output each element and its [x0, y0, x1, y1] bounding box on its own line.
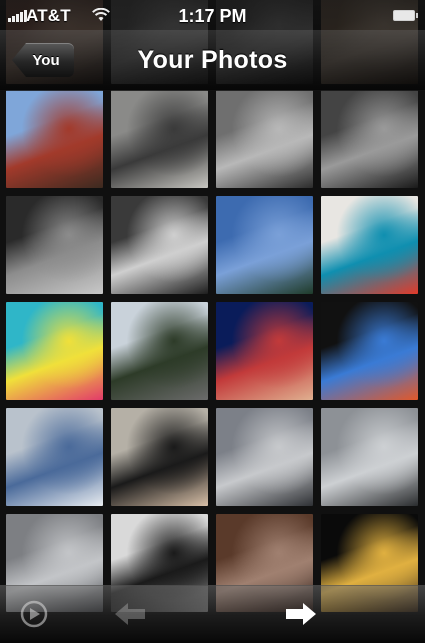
cloudy-sky-photo[interactable] — [216, 408, 313, 506]
sky-rainbow-photo[interactable] — [216, 196, 313, 294]
news-anchor-photo[interactable] — [216, 302, 313, 400]
photo-grid — [6, 90, 420, 612]
office-lights-photo[interactable] — [111, 196, 208, 294]
letter-blocks-photo[interactable] — [6, 302, 103, 400]
gorilla-photo[interactable] — [111, 90, 208, 188]
office-interior-photo[interactable] — [6, 196, 103, 294]
play-slideshow-icon — [20, 600, 48, 628]
keyboard-synth-photo[interactable] — [216, 90, 313, 188]
cloudy-sky-photo-2[interactable] — [321, 408, 418, 506]
iphone-homescreen-photo[interactable] — [321, 302, 418, 400]
gift-box-photo[interactable] — [321, 196, 418, 294]
play-slideshow-button[interactable] — [14, 596, 54, 632]
roller-coaster-photo[interactable] — [6, 90, 103, 188]
previous-button[interactable] — [110, 596, 150, 632]
arrow-right-icon — [286, 603, 316, 625]
navigation-bar: You Your Photos — [0, 30, 425, 91]
bottom-toolbar — [0, 585, 425, 643]
page-title: Your Photos — [137, 46, 288, 74]
studio-equipment-photo[interactable] — [321, 90, 418, 188]
hand-card-reader-photo[interactable] — [111, 408, 208, 506]
status-time: 1:17 PM — [178, 6, 247, 26]
trees-sky-photo[interactable] — [111, 302, 208, 400]
status-bar: AT&T 1:17 PM — [0, 0, 425, 30]
arrow-left-icon — [115, 603, 145, 625]
iphone-alert-dialog-photo[interactable] — [6, 408, 103, 506]
battery-icon — [393, 10, 418, 21]
photos-screen: AT&T 1:17 PM You Your Photos — [0, 0, 425, 643]
next-button[interactable] — [281, 596, 321, 632]
